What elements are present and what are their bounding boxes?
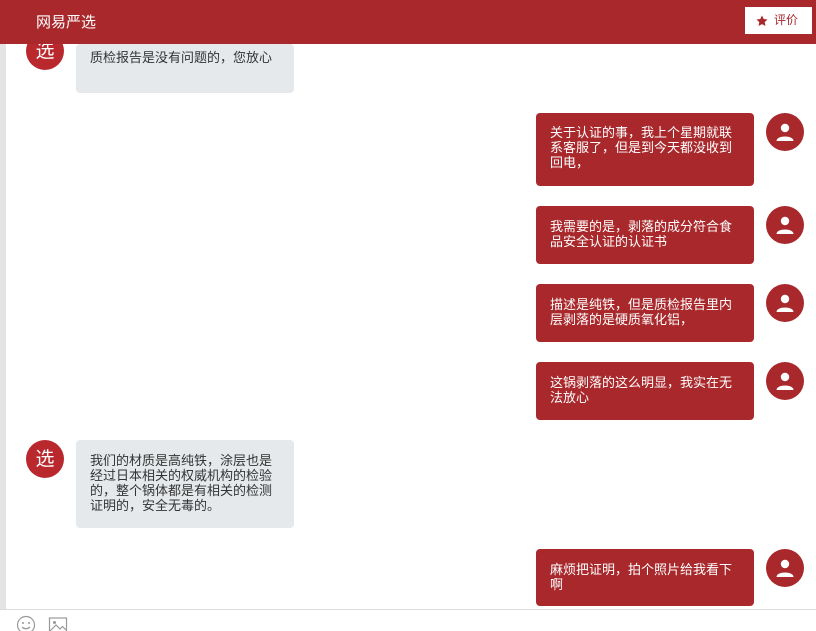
rate-button[interactable]: 评价: [745, 7, 812, 34]
shop-message-bubble: 质检报告是没有问题的，您放心: [76, 44, 294, 93]
person-icon: [776, 123, 794, 141]
shop-message-bubble: 我们的材质是高纯铁，涂层也是经过日本相关的权威机构的检验的，整个锅体都是有相关的…: [76, 440, 294, 528]
message-text: 描述是纯铁，但是质检报告里内层剥落的是硬质氧化铝，: [550, 298, 733, 328]
user-message-bubble: 关于认证的事，我上个星期就联系客服了，但是到今天都没收到回电，: [536, 113, 754, 186]
user-avatar: [766, 362, 804, 400]
person-icon: [776, 216, 794, 234]
app-header: 网易严选 评价: [0, 0, 816, 44]
chat-left-border: [0, 44, 6, 609]
rate-button-label: 评价: [774, 13, 799, 27]
user-avatar: [766, 206, 804, 244]
user-avatar: [766, 284, 804, 322]
shop-avatar: 选: [26, 44, 64, 70]
person-icon: [776, 559, 794, 577]
message-text: 我们的材质是高纯铁，涂层也是经过日本相关的权威机构的检验的，整个锅体都是有相关的…: [90, 454, 273, 514]
user-avatar: [766, 549, 804, 587]
image-icon[interactable]: [48, 615, 68, 631]
smiley-icon[interactable]: [16, 615, 36, 631]
user-message-bubble: 描述是纯铁，但是质检报告里内层剥落的是硬质氧化铝，: [536, 284, 754, 342]
user-message-bubble: 麻烦把证明，拍个照片给我看下啊: [536, 549, 754, 606]
message-text: 这锅剥落的这么明显，我实在无法放心: [550, 376, 733, 406]
app-title: 网易严选: [36, 13, 97, 31]
message-text: 我需要的是，剥落的成分符合食品安全认证的认证书: [550, 220, 733, 250]
user-message-bubble: 我需要的是，剥落的成分符合食品安全认证的认证书: [536, 206, 754, 264]
message-text: 质检报告是没有问题的，您放心: [90, 51, 273, 66]
message-text: 关于认证的事，我上个星期就联系客服了，但是到今天都没收到回电，: [550, 126, 733, 171]
person-icon: [776, 372, 794, 390]
input-toolbar: [0, 609, 816, 631]
star-icon: [756, 14, 768, 26]
message-text: 麻烦把证明，拍个照片给我看下啊: [550, 563, 733, 593]
user-message-bubble: 这锅剥落的这么明显，我实在无法放心: [536, 362, 754, 420]
person-icon: [776, 294, 794, 312]
chat-message-list[interactable]: 选 质检报告是没有问题的，您放心 关于认证的事，我上个星期就联系客服了，但是到今…: [0, 44, 816, 609]
user-avatar: [766, 113, 804, 151]
shop-avatar: 选: [26, 440, 64, 478]
